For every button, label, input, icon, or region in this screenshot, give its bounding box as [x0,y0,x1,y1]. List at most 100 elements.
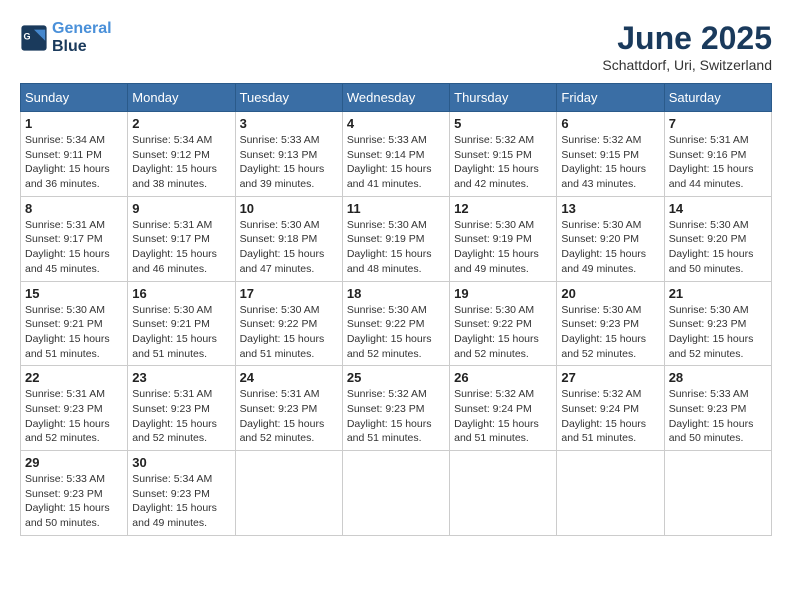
header-sunday: Sunday [21,84,128,112]
day-cell-15: 15 Sunrise: 5:30 AM Sunset: 9:21 PM Dayl… [21,281,128,366]
day-cell-18: 18 Sunrise: 5:30 AM Sunset: 9:22 PM Dayl… [342,281,449,366]
sunrise: Sunrise: 5:32 AM [561,388,641,400]
day-info: Sunrise: 5:30 AM Sunset: 9:18 PM Dayligh… [240,218,338,277]
logo-line2: Blue [52,38,87,55]
sunset: Sunset: 9:23 PM [669,403,747,415]
calendar-title: June 2025 [602,20,772,57]
day-info: Sunrise: 5:34 AM Sunset: 9:11 PM Dayligh… [25,133,123,192]
day-number: 24 [240,370,338,385]
day-number: 25 [347,370,445,385]
day-cell-27: 27 Sunrise: 5:32 AM Sunset: 9:24 PM Dayl… [557,366,664,451]
sunset: Sunset: 9:14 PM [347,149,425,161]
sunset: Sunset: 9:24 PM [454,403,532,415]
day-cell-11: 11 Sunrise: 5:30 AM Sunset: 9:19 PM Dayl… [342,196,449,281]
calendar-table: Sunday Monday Tuesday Wednesday Thursday… [20,83,772,536]
sunset: Sunset: 9:23 PM [25,403,103,415]
day-info: Sunrise: 5:31 AM Sunset: 9:23 PM Dayligh… [25,387,123,446]
sunrise: Sunrise: 5:34 AM [132,473,212,485]
daylight: Daylight: 15 hours and 52 minutes. [561,333,646,360]
day-cell-29: 29 Sunrise: 5:33 AM Sunset: 9:23 PM Dayl… [21,451,128,536]
daylight: Daylight: 15 hours and 42 minutes. [454,163,539,190]
week-row-1: 1 Sunrise: 5:34 AM Sunset: 9:11 PM Dayli… [21,112,772,197]
sunset: Sunset: 9:18 PM [240,233,318,245]
sunset: Sunset: 9:20 PM [561,233,639,245]
day-number: 14 [669,201,767,216]
day-number: 16 [132,286,230,301]
calendar-header: G General Blue June 2025 Schattdorf, Uri… [20,20,772,73]
calendar-subtitle: Schattdorf, Uri, Switzerland [602,57,772,73]
day-info: Sunrise: 5:32 AM Sunset: 9:23 PM Dayligh… [347,387,445,446]
day-info: Sunrise: 5:31 AM Sunset: 9:16 PM Dayligh… [669,133,767,192]
header-monday: Monday [128,84,235,112]
sunrise: Sunrise: 5:30 AM [132,304,212,316]
day-info: Sunrise: 5:31 AM Sunset: 9:23 PM Dayligh… [132,387,230,446]
sunset: Sunset: 9:22 PM [347,318,425,330]
day-info: Sunrise: 5:34 AM Sunset: 9:12 PM Dayligh… [132,133,230,192]
day-number: 27 [561,370,659,385]
day-cell-19: 19 Sunrise: 5:30 AM Sunset: 9:22 PM Dayl… [450,281,557,366]
sunset: Sunset: 9:23 PM [25,488,103,500]
logo-line1: General [52,20,112,37]
day-number: 28 [669,370,767,385]
sunset: Sunset: 9:16 PM [669,149,747,161]
day-number: 19 [454,286,552,301]
day-cell-2: 2 Sunrise: 5:34 AM Sunset: 9:12 PM Dayli… [128,112,235,197]
sunrise: Sunrise: 5:30 AM [454,304,534,316]
day-number: 13 [561,201,659,216]
daylight: Daylight: 15 hours and 51 minutes. [240,333,325,360]
day-info: Sunrise: 5:34 AM Sunset: 9:23 PM Dayligh… [132,472,230,531]
empty-cell [664,451,771,536]
day-info: Sunrise: 5:32 AM Sunset: 9:24 PM Dayligh… [454,387,552,446]
day-cell-12: 12 Sunrise: 5:30 AM Sunset: 9:19 PM Dayl… [450,196,557,281]
header-tuesday: Tuesday [235,84,342,112]
sunset: Sunset: 9:23 PM [561,318,639,330]
day-info: Sunrise: 5:33 AM Sunset: 9:14 PM Dayligh… [347,133,445,192]
sunset: Sunset: 9:15 PM [561,149,639,161]
day-info: Sunrise: 5:30 AM Sunset: 9:19 PM Dayligh… [454,218,552,277]
sunrise: Sunrise: 5:30 AM [347,219,427,231]
day-number: 18 [347,286,445,301]
day-number: 29 [25,455,123,470]
header-thursday: Thursday [450,84,557,112]
day-number: 4 [347,116,445,131]
sunset: Sunset: 9:15 PM [454,149,532,161]
sunrise: Sunrise: 5:32 AM [454,388,534,400]
daylight: Daylight: 15 hours and 50 minutes. [669,418,754,445]
sunset: Sunset: 9:23 PM [132,488,210,500]
day-info: Sunrise: 5:33 AM Sunset: 9:23 PM Dayligh… [25,472,123,531]
daylight: Daylight: 15 hours and 38 minutes. [132,163,217,190]
day-cell-8: 8 Sunrise: 5:31 AM Sunset: 9:17 PM Dayli… [21,196,128,281]
day-cell-14: 14 Sunrise: 5:30 AM Sunset: 9:20 PM Dayl… [664,196,771,281]
day-info: Sunrise: 5:32 AM Sunset: 9:24 PM Dayligh… [561,387,659,446]
sunrise: Sunrise: 5:31 AM [25,219,105,231]
title-area: June 2025 Schattdorf, Uri, Switzerland [602,20,772,73]
day-number: 8 [25,201,123,216]
day-info: Sunrise: 5:30 AM Sunset: 9:22 PM Dayligh… [454,303,552,362]
day-info: Sunrise: 5:30 AM Sunset: 9:23 PM Dayligh… [561,303,659,362]
sunrise: Sunrise: 5:30 AM [669,304,749,316]
sunrise: Sunrise: 5:33 AM [240,134,320,146]
day-number: 3 [240,116,338,131]
sunrise: Sunrise: 5:31 AM [132,219,212,231]
daylight: Daylight: 15 hours and 52 minutes. [669,333,754,360]
sunrise: Sunrise: 5:30 AM [347,304,427,316]
day-number: 17 [240,286,338,301]
sunrise: Sunrise: 5:32 AM [561,134,641,146]
daylight: Daylight: 15 hours and 52 minutes. [454,333,539,360]
svg-text:G: G [24,31,31,41]
sunset: Sunset: 9:21 PM [132,318,210,330]
logo-icon: G [20,24,48,52]
daylight: Daylight: 15 hours and 49 minutes. [454,248,539,275]
header-wednesday: Wednesday [342,84,449,112]
sunset: Sunset: 9:23 PM [132,403,210,415]
sunset: Sunset: 9:19 PM [454,233,532,245]
daylight: Daylight: 15 hours and 51 minutes. [561,418,646,445]
daylight: Daylight: 15 hours and 46 minutes. [132,248,217,275]
day-number: 15 [25,286,123,301]
sunrise: Sunrise: 5:30 AM [25,304,105,316]
sunrise: Sunrise: 5:32 AM [347,388,427,400]
sunset: Sunset: 9:20 PM [669,233,747,245]
sunrise: Sunrise: 5:31 AM [25,388,105,400]
daylight: Daylight: 15 hours and 44 minutes. [669,163,754,190]
sunrise: Sunrise: 5:33 AM [347,134,427,146]
